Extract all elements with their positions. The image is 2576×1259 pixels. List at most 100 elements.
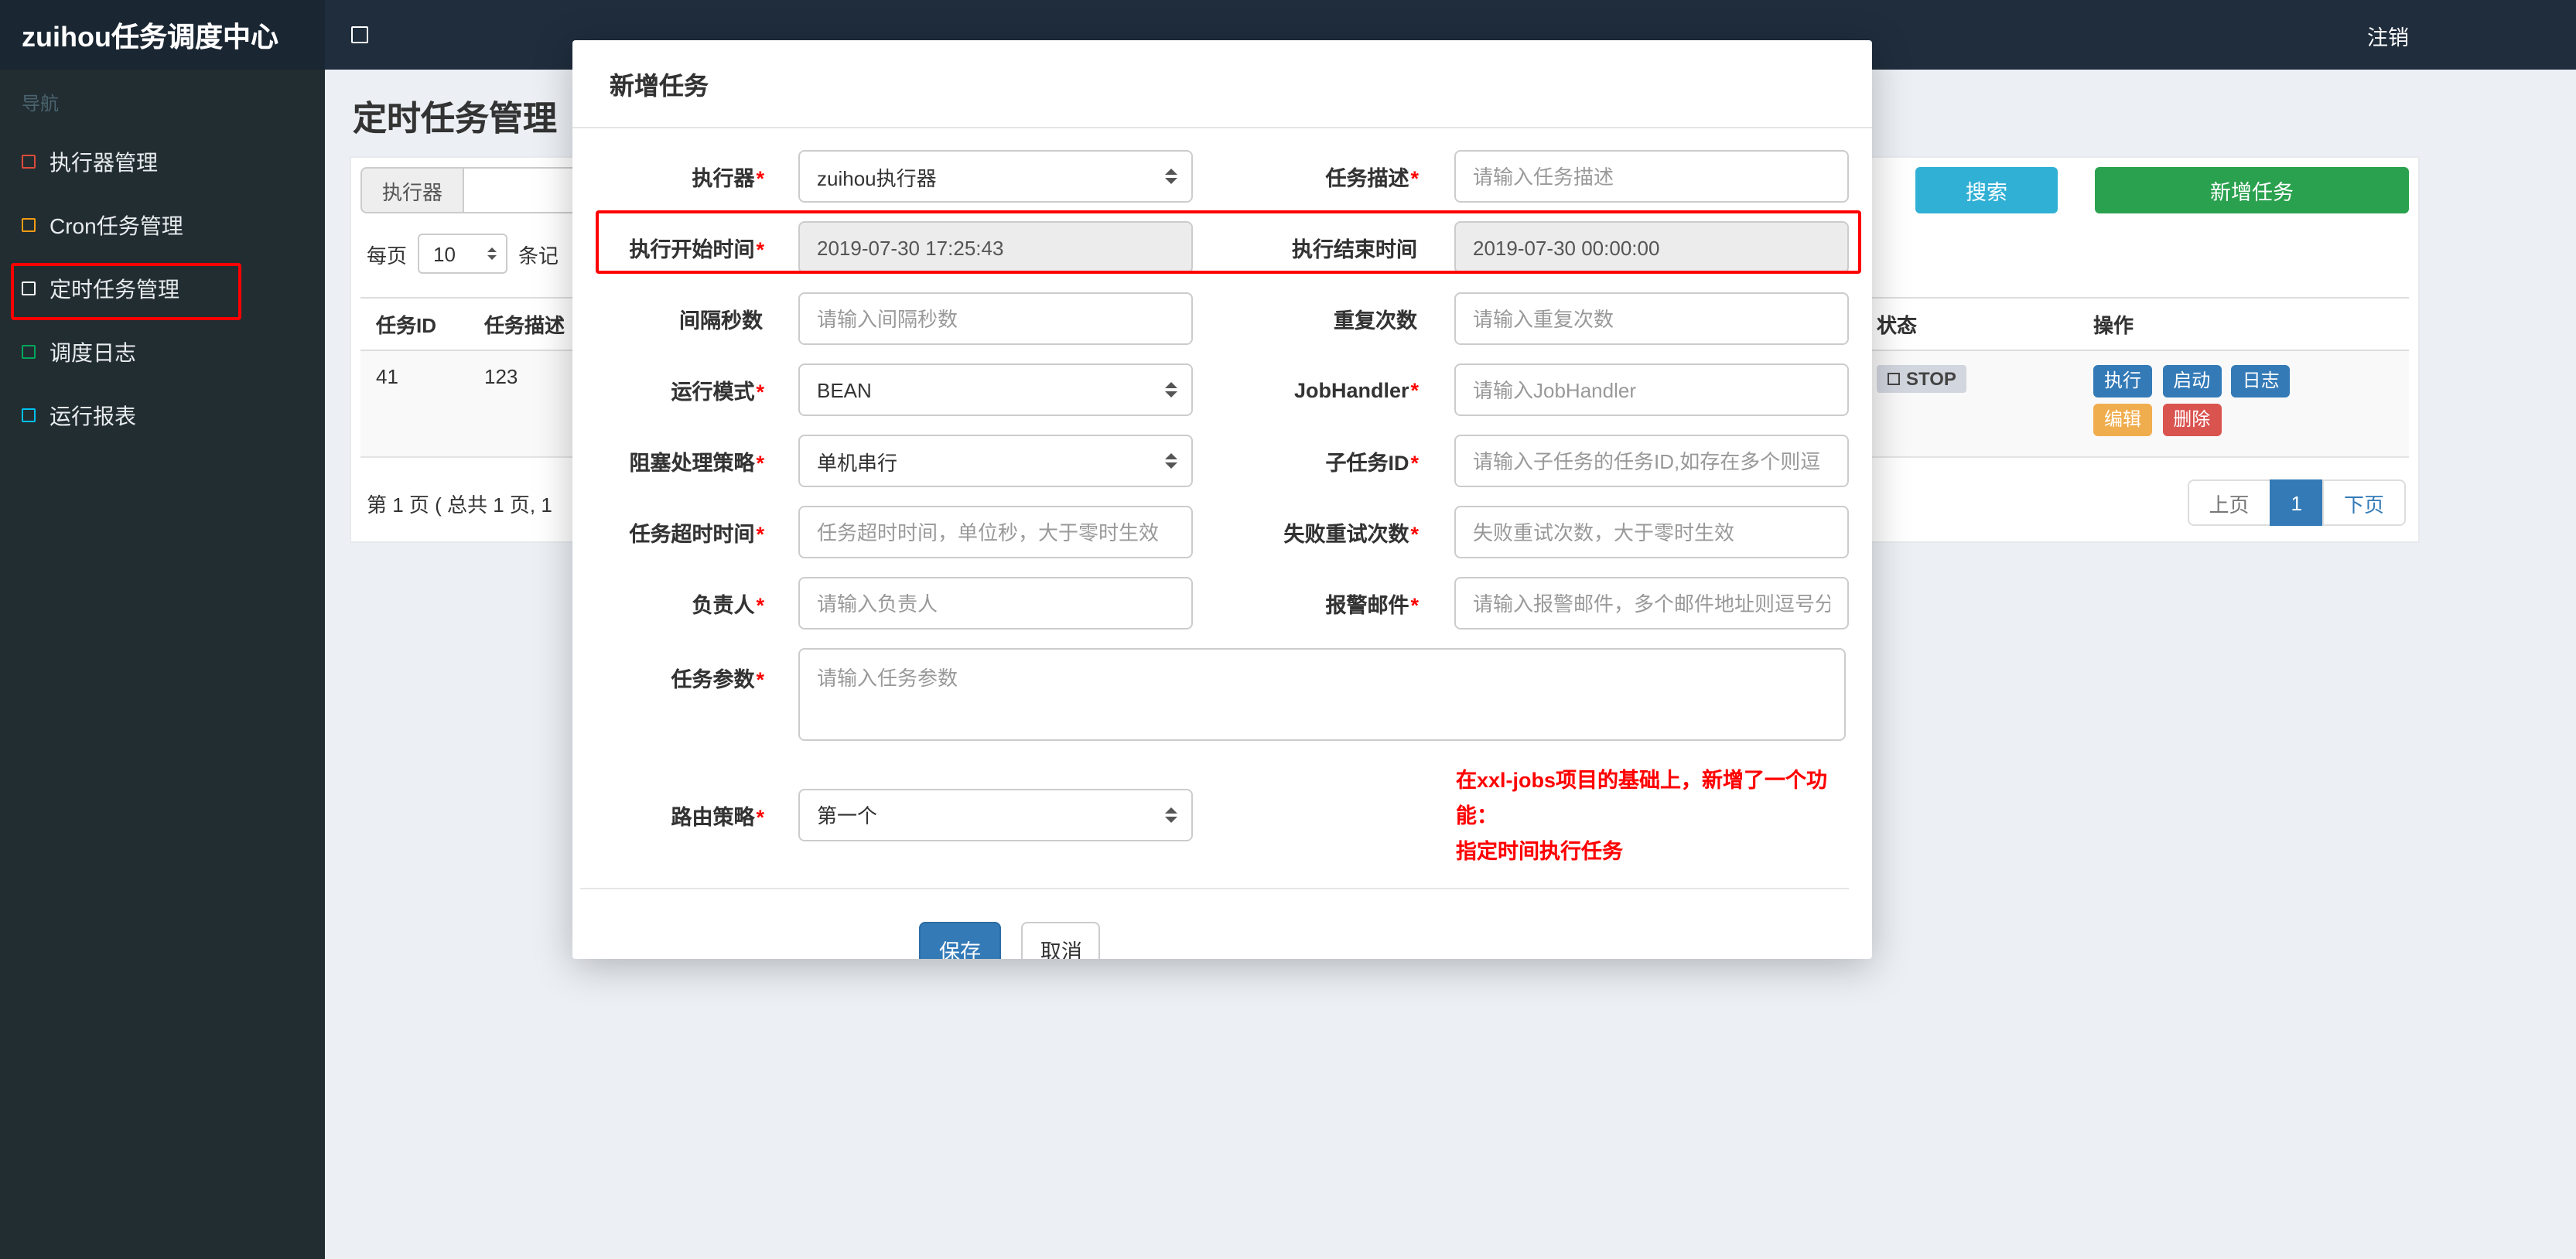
current-page-button[interactable]: 1 <box>2269 479 2324 526</box>
executor-select-value: zuihou执行器 <box>817 166 937 189</box>
field-label: 失败重试次数 * <box>1283 523 1419 546</box>
log-button[interactable]: 日志 <box>2231 365 2291 397</box>
modal-form-row: 阻塞处理策略 * 单机串行 子任务ID * <box>580 435 1849 487</box>
add-task-button[interactable]: 新增任务 <box>2095 167 2409 213</box>
header-actions: 操作 <box>2078 297 2409 351</box>
feature-note-line2: 指定时间执行任务 <box>1456 840 1623 863</box>
cell-status: STOP <box>1861 350 2078 458</box>
square-icon <box>22 155 36 169</box>
field-label: 路由策略 * <box>671 805 764 828</box>
field-label: 子任务ID * <box>1325 452 1419 475</box>
sidebar-item-scheduled-task-mgmt[interactable]: 定时任务管理 <box>0 257 325 320</box>
field-label: 执行开始时间 * <box>629 238 764 261</box>
sidebar-item-dispatch-log[interactable]: 调度日志 <box>0 320 325 384</box>
sidebar: 导航 执行器管理 Cron任务管理 定时任务管理 调度日志 运行报表 <box>0 70 325 1259</box>
field-label: 任务描述 * <box>1325 167 1419 190</box>
modal-title: 新增任务 <box>572 40 1872 128</box>
sidebar-header: 导航 <box>22 93 60 114</box>
modal-form-row-route: 路由策略 * 第一个 在xxl-jobs项目的基础上，新增了一个功能： 指定时间执… <box>580 759 1849 869</box>
square-icon <box>22 408 36 422</box>
square-icon <box>22 345 36 359</box>
per-page-suffix: 条记 <box>518 244 559 267</box>
executor-filter-label: 执行器 <box>360 167 463 213</box>
pagination-info: 第 1 页 ( 总共 1 页, 1 <box>367 493 552 516</box>
field-label: 任务参数 * <box>671 668 764 691</box>
per-page-value: 10 <box>433 242 456 265</box>
start-time-input[interactable] <box>798 221 1193 274</box>
header-task-id: 任务ID <box>360 297 469 351</box>
repeat-count-input[interactable] <box>1454 292 1849 345</box>
end-time-input[interactable] <box>1454 221 1849 274</box>
field-label: 阻塞处理策略 * <box>629 452 764 475</box>
interval-seconds-input[interactable] <box>798 292 1193 345</box>
sidebar-item-cron-task-mgmt[interactable]: Cron任务管理 <box>0 193 325 257</box>
block-strategy-select-value: 单机串行 <box>817 451 898 474</box>
sidebar-item-label: 执行器管理 <box>50 149 158 174</box>
sidebar-item-label: Cron任务管理 <box>50 213 183 237</box>
retry-count-input[interactable] <box>1454 506 1849 558</box>
modal-body: 执行器* zuihou执行器 任务描述* 执行开始时间* 执行结束时间 间隔秒数… <box>572 128 1872 959</box>
child-task-id-input[interactable] <box>1454 435 1849 487</box>
route-strategy-select-value: 第一个 <box>817 804 878 827</box>
delete-button[interactable]: 删除 <box>2162 404 2222 436</box>
executor-select[interactable]: zuihou执行器 <box>798 150 1193 203</box>
modal-form-row: 执行器 * zuihou执行器 任务描述 * <box>580 150 1849 203</box>
save-button[interactable]: 保存 <box>919 922 1001 959</box>
sidebar-item-label: 运行报表 <box>50 403 136 428</box>
cell-task-id: 41 <box>360 350 469 458</box>
prev-page-button[interactable]: 上页 <box>2187 479 2271 526</box>
field-label: 执行结束时间 <box>1292 238 1417 261</box>
pagination-group: 上页 1 下页 <box>2187 479 2406 526</box>
square-icon <box>22 281 36 295</box>
run-button[interactable]: 执行 <box>2093 365 2153 397</box>
field-label: 运行模式 * <box>671 380 764 404</box>
task-params-textarea[interactable] <box>798 648 1846 741</box>
field-label: 间隔秒数 <box>679 309 763 333</box>
route-strategy-select[interactable]: 第一个 <box>798 788 1193 841</box>
modal-form-row: 任务超时时间* 失败重试次数* <box>580 506 1849 558</box>
field-label: 执行器 * <box>692 167 764 190</box>
modal-form-row-params: 任务参数 * <box>580 648 1849 741</box>
field-label: 负责人 * <box>692 594 764 617</box>
status-badge: STOP <box>1877 365 1967 393</box>
per-page-prefix: 每页 <box>367 244 408 267</box>
run-mode-select-value: BEAN <box>817 378 872 401</box>
sidebar-toggle-icon[interactable] <box>351 26 368 43</box>
select-arrows-icon <box>487 247 497 260</box>
timeout-input[interactable] <box>798 506 1193 558</box>
alarm-email-input[interactable] <box>1454 577 1849 630</box>
field-label: 报警邮件 * <box>1325 594 1419 617</box>
sidebar-item-label: 定时任务管理 <box>50 276 179 301</box>
select-arrows-icon <box>1165 169 1177 184</box>
next-page-button[interactable]: 下页 <box>2321 479 2406 526</box>
cancel-button[interactable]: 取消 <box>1021 922 1101 959</box>
square-icon <box>22 218 36 232</box>
add-task-modal: 新增任务 执行器* zuihou执行器 任务描述* 执行开始时间* 执行结束时间… <box>572 40 1872 959</box>
header-status: 状态 <box>1861 297 2078 351</box>
task-desc-input[interactable] <box>1454 150 1849 203</box>
modal-footer: 保存 取消 <box>580 889 1849 959</box>
status-text: STOP <box>1906 368 1956 390</box>
select-arrows-icon <box>1165 807 1177 822</box>
select-arrows-icon <box>1165 382 1177 397</box>
per-page-select[interactable]: 10 <box>418 234 508 274</box>
sidebar-item-executor-mgmt[interactable]: 执行器管理 <box>0 130 325 193</box>
block-strategy-select[interactable]: 单机串行 <box>798 435 1193 487</box>
select-arrows-icon <box>1165 453 1177 469</box>
sidebar-item-run-report[interactable]: 运行报表 <box>0 384 325 447</box>
modal-form-row-times: 执行开始时间* 执行结束时间 <box>580 221 1849 274</box>
jobhandler-input[interactable] <box>1454 363 1849 416</box>
search-button[interactable]: 搜索 <box>1915 167 2058 213</box>
modal-form-row: 间隔秒数 重复次数 <box>580 292 1849 345</box>
start-button[interactable]: 启动 <box>2162 365 2222 397</box>
field-label: 任务超时时间 * <box>629 523 764 546</box>
modal-form-row: 负责人* 报警邮件* <box>580 577 1849 630</box>
edit-button[interactable]: 编辑 <box>2093 404 2153 436</box>
sidebar-item-label: 调度日志 <box>50 339 136 364</box>
field-label: 重复次数 <box>1334 309 1417 333</box>
owner-input[interactable] <box>798 577 1193 630</box>
feature-note-line1: 在xxl-jobs项目的基础上，新增了一个功能： <box>1456 769 1828 827</box>
run-mode-select[interactable]: BEAN <box>798 363 1193 416</box>
feature-note: 在xxl-jobs项目的基础上，新增了一个功能： 指定时间执行任务 <box>1456 763 1849 869</box>
logout-link[interactable]: 注销 <box>2367 19 2576 50</box>
